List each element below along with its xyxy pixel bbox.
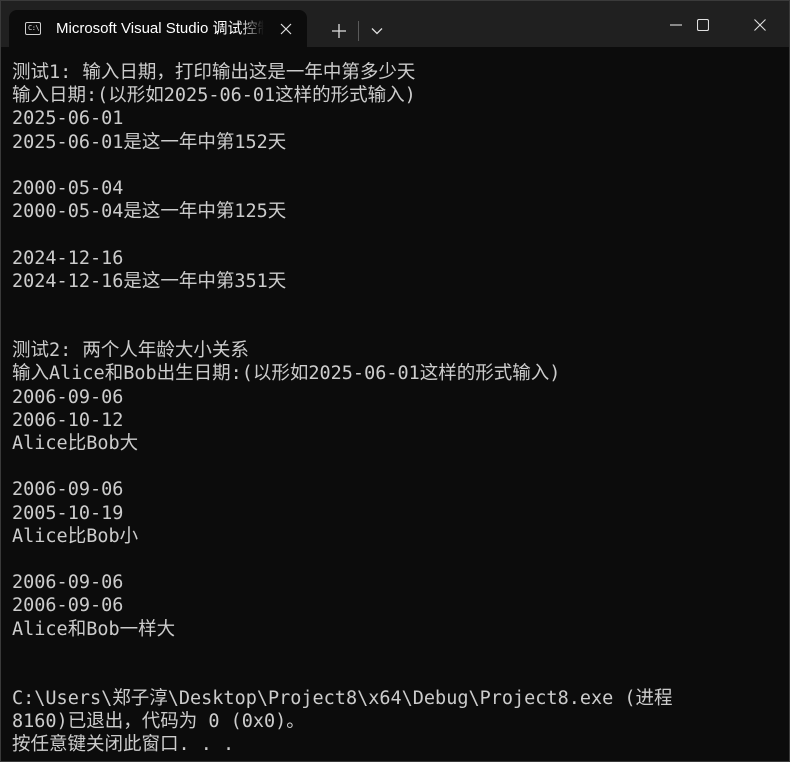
console-line: 测试2: 两个人年龄大小关系 (12, 340, 249, 362)
tab-dropdown-button[interactable] (363, 15, 391, 47)
console-line: 8160)已退出，代码为 0 (0x0)。 (12, 711, 305, 733)
console-line: 2006-09-06 (12, 595, 124, 617)
console-line: 2006-10-12 (12, 409, 124, 431)
console-line: Alice和Bob一样大 (12, 618, 176, 640)
console-line: Alice比Bob小 (12, 525, 139, 547)
tab-title: Microsoft Visual Studio 调试控制台 (56, 20, 264, 37)
console-output[interactable]: 测试1: 输入日期，打印输出这是一年中第多少天 输入日期:(以形如2025-06-… (1, 51, 789, 761)
console-line: 输入Alice和Bob出生日期:(以形如2025-06-01这样的形式输入) (12, 363, 561, 385)
close-icon (754, 19, 766, 31)
console-line: 2006-09-06 (12, 386, 124, 408)
tab-debug-console[interactable]: C:\ Microsoft Visual Studio 调试控制台 (9, 10, 307, 47)
close-window-button[interactable] (737, 1, 783, 47)
close-icon (280, 23, 292, 35)
console-line: 2005-10-19 (12, 502, 124, 524)
console-line: C:\Users\郑子淳\Desktop\Project8\x64\Debug\… (12, 688, 673, 710)
console-line: 按任意键关闭此窗口. . . (12, 734, 235, 756)
console-line: 输入日期:(以形如2025-06-01这样的形式输入) (12, 85, 416, 107)
terminal-icon: C:\ (25, 22, 41, 35)
terminal-icon-text: C:\ (28, 24, 40, 32)
plus-icon (332, 24, 346, 38)
console-line: 2000-05-04是这一年中第125天 (12, 201, 287, 223)
console-line: 2006-09-06 (12, 572, 124, 594)
new-tab-button[interactable] (323, 15, 355, 47)
chevron-down-icon (371, 28, 383, 35)
console-line: 2025-06-01 (12, 108, 124, 130)
console-line: 2024-12-16是这一年中第351天 (12, 270, 287, 292)
title-bar[interactable]: C:\ Microsoft Visual Studio 调试控制台 (1, 1, 789, 47)
close-tab-button[interactable] (275, 18, 297, 40)
console-line: Alice比Bob大 (12, 433, 139, 454)
console-line: 2000-05-04 (12, 177, 124, 199)
maximize-button[interactable] (680, 1, 726, 47)
console-line: 测试1: 输入日期，打印输出这是一年中第多少天 (12, 62, 416, 83)
console-line: 2006-09-06 (12, 479, 124, 501)
terminal-window: C:\ Microsoft Visual Studio 调试控制台 (0, 0, 790, 762)
console-line: 2025-06-01是这一年中第152天 (12, 131, 287, 153)
console-line: 2024-12-16 (12, 247, 124, 269)
tab-divider (358, 21, 359, 41)
maximize-icon (697, 19, 709, 31)
